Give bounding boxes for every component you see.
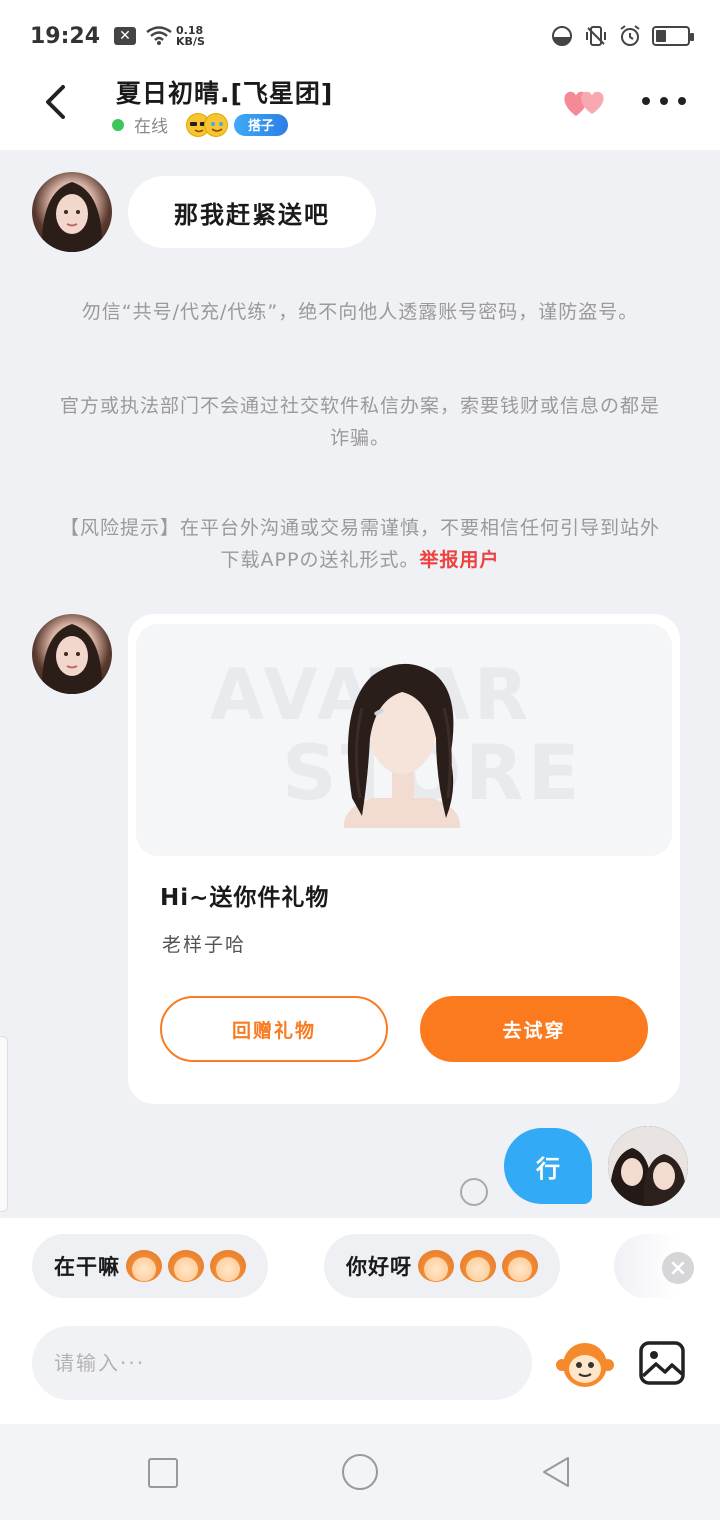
vibrate-icon	[586, 26, 606, 46]
monkey-wow-emoji-icon	[460, 1250, 496, 1282]
status-bar: 19:24 ✕ 0.18 KB/S	[0, 0, 720, 72]
nav-back-icon[interactable]	[538, 1454, 574, 1490]
data-saver-icon	[552, 26, 572, 46]
status-time: 19:24	[30, 23, 101, 49]
smile-emoji-icon	[204, 112, 228, 137]
close-icon[interactable]: ×	[662, 1252, 694, 1284]
read-status-indicator	[460, 1178, 488, 1206]
risk-notice: 【风险提示】在平台外沟通或交易需谨慎，不要相信任何引导到站外下载APPの送礼形式…	[60, 512, 660, 576]
image-icon[interactable]	[638, 1340, 686, 1386]
alarm-icon	[620, 25, 640, 46]
quick-reply-label: 你好呀	[346, 1255, 412, 1279]
outgoing-message-bubble[interactable]: 行	[504, 1128, 592, 1204]
gift-card[interactable]: AVATAR STORE Hi~送你件礼物 老样子哈 回赠礼物 去试穿	[128, 614, 680, 1104]
chat-header: 夏日初晴.[飞星团] 在线 搭子	[0, 72, 720, 150]
gift-card-subtitle: 老样子哈	[162, 934, 247, 956]
battery-icon	[652, 26, 694, 46]
net-speed-unit: KB/S	[176, 35, 205, 48]
monkey-wow-emoji-icon	[418, 1250, 454, 1282]
side-drawer-handle[interactable]	[0, 1036, 8, 1212]
quick-reply-chip[interactable]: 你好呀	[324, 1234, 560, 1298]
system-nav-bar	[0, 1424, 720, 1520]
monkey-emoji-icon[interactable]	[556, 1338, 614, 1388]
gift-preview-image: AVATAR STORE	[136, 624, 672, 856]
monkey-grin-emoji-icon	[210, 1250, 246, 1282]
online-dot	[112, 118, 124, 131]
quick-reply-label: 在干嘛	[54, 1255, 120, 1279]
online-status-text: 在线	[134, 117, 168, 137]
notification-x-icon: ✕	[114, 27, 137, 45]
sender-avatar[interactable]	[32, 172, 112, 252]
net-speed: 0.18 KB/S	[176, 25, 205, 47]
safety-notice-2: 官方或执法部门不会通过社交软件私信办案，索要钱财或信息の都是诈骗。	[60, 395, 661, 449]
risk-notice-text: 【风险提示】在平台外沟通或交易需谨慎，不要相信任何引导到站外下载APPの送礼形式…	[60, 517, 661, 571]
sender-avatar[interactable]	[32, 614, 112, 694]
home-button[interactable]	[342, 1454, 378, 1490]
back-button[interactable]	[36, 80, 76, 124]
message-input[interactable]	[32, 1326, 532, 1400]
quick-reply-chip[interactable]: 在干嘛	[32, 1234, 268, 1298]
double-heart-icon[interactable]	[560, 84, 610, 120]
monkey-grin-emoji-icon	[168, 1250, 204, 1282]
recent-apps-button[interactable]	[148, 1458, 178, 1488]
emoji-badges: 搭子	[186, 112, 289, 137]
chevron-left-icon	[46, 85, 65, 119]
wifi-icon	[146, 26, 172, 45]
chat-title: 夏日初晴.[飞星团]	[116, 79, 334, 108]
quick-reply-bar: 在干嘛 你好呀 ×	[0, 1218, 720, 1326]
online-status-row: 在线 搭子	[112, 112, 289, 137]
my-avatar[interactable]	[608, 1126, 688, 1206]
avatar-image	[608, 1126, 688, 1206]
tag-badge: 搭子	[234, 113, 289, 136]
report-user-link[interactable]: 举报用户	[419, 549, 499, 571]
avatar-image	[41, 624, 103, 694]
monkey-wow-emoji-icon	[502, 1250, 538, 1282]
gift-card-title: Hi~送你件礼物	[160, 885, 330, 911]
avatar-image	[41, 182, 103, 252]
incoming-message-bubble[interactable]: 那我赶紧送吧	[128, 176, 376, 248]
return-gift-button[interactable]: 回赠礼物	[160, 996, 388, 1062]
more-dots-icon[interactable]	[642, 86, 686, 116]
message-input-bar	[0, 1326, 720, 1424]
try-on-button[interactable]: 去试穿	[420, 996, 648, 1062]
safety-notice-1: 勿信“共号/代充/代练”，绝不向他人透露账号密码，谨防盗号。	[81, 301, 639, 323]
monkey-grin-emoji-icon	[126, 1250, 162, 1282]
hairstyle-avatar-image	[343, 663, 461, 828]
